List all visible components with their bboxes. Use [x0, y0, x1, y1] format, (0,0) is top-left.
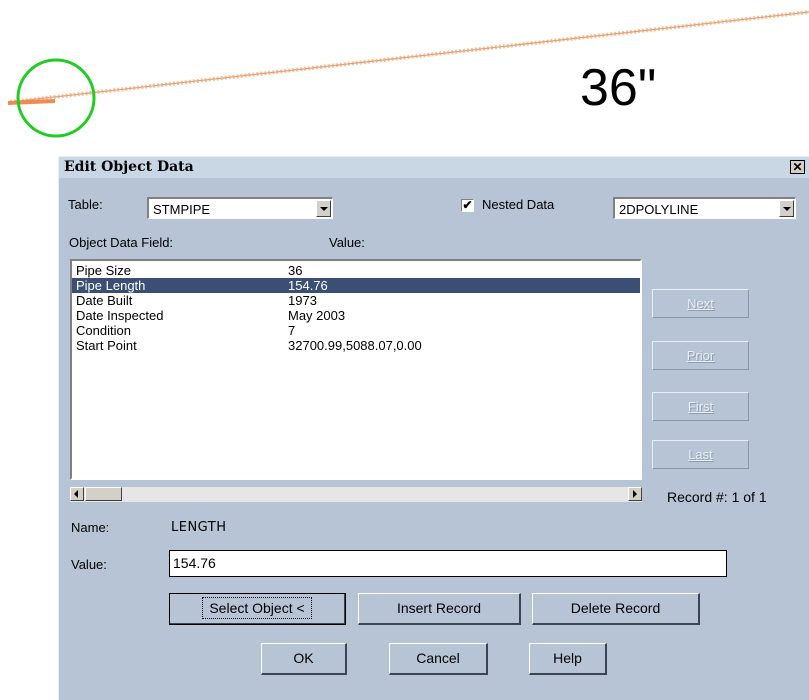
dialog-titlebar[interactable]: Edit Object Data ✕ — [59, 157, 809, 178]
list-item[interactable]: Date Inspected May 2003 — [72, 308, 640, 323]
drawing-canvas[interactable]: 36" — [0, 0, 809, 150]
table-select[interactable]: STMPIPE — [147, 197, 333, 219]
chevron-down-icon[interactable] — [316, 200, 331, 217]
list-item-selected[interactable]: Pipe Length 154.76 — [72, 278, 640, 293]
next-button[interactable]: Next — [652, 289, 749, 318]
cancel-button[interactable]: Cancel — [389, 643, 488, 675]
field-name: Start Point — [76, 338, 137, 353]
field-name: Date Built — [76, 293, 133, 308]
nested-data-label: Nested Data — [482, 197, 555, 212]
scroll-right-icon[interactable] — [628, 487, 642, 501]
select-object-label: Select Object < — [202, 597, 312, 619]
name-value: LENGTH — [171, 520, 227, 535]
field-name: Date Inspected — [76, 308, 164, 323]
last-label: Last — [688, 447, 713, 462]
record-counter: Record #: 1 of 1 — [667, 489, 767, 505]
field-value: 154.76 — [288, 278, 328, 293]
list-item[interactable]: Start Point 32700.99,5088.07,0.00 — [72, 338, 640, 353]
insert-record-button[interactable]: Insert Record — [358, 593, 521, 625]
field-column-header: Object Data Field: — [69, 235, 174, 250]
value-column-header: Value: — [329, 235, 365, 250]
scrollbar-thumb[interactable] — [85, 487, 122, 501]
last-button[interactable]: Last — [652, 440, 749, 469]
pipe-segment-highlight — [7, 99, 56, 105]
prior-label: Prior — [686, 348, 715, 363]
next-label: Next — [687, 296, 714, 311]
list-item[interactable]: Pipe Size 36 — [72, 263, 640, 278]
edit-object-data-dialog: Edit Object Data ✕ Table: STMPIPE ✔ Nest… — [58, 156, 809, 700]
pipe-polyline — [9, 11, 809, 103]
field-value: 32700.99,5088.07,0.00 — [288, 338, 422, 353]
help-button[interactable]: Help — [529, 643, 607, 675]
prior-button[interactable]: Prior — [652, 341, 749, 370]
table-select-value: STMPIPE — [153, 202, 211, 217]
dialog-title: Edit Object Data — [64, 159, 194, 175]
object-type-select[interactable]: 2DPOLYLINE — [613, 197, 796, 219]
field-value: 7 — [288, 323, 296, 338]
field-name: Condition — [76, 323, 131, 338]
ok-button[interactable]: OK — [261, 643, 347, 675]
horizontal-scrollbar[interactable] — [70, 487, 642, 502]
select-object-button[interactable]: Select Object < — [169, 593, 346, 625]
list-item[interactable]: Date Built 1973 — [72, 293, 640, 308]
field-name: Pipe Size — [76, 263, 131, 278]
field-value: 1973 — [288, 293, 317, 308]
name-label: Name: — [71, 520, 110, 535]
object-type-value: 2DPOLYLINE — [619, 202, 699, 217]
value-label: Value: — [71, 557, 107, 572]
chevron-down-icon[interactable] — [779, 200, 794, 217]
field-value: May 2003 — [288, 308, 346, 323]
nested-data-checkbox[interactable]: ✔ — [461, 199, 474, 212]
field-name: Pipe Length — [76, 278, 146, 293]
selection-marker-circle — [16, 58, 96, 138]
list-item[interactable]: Condition 7 — [72, 323, 640, 338]
close-icon[interactable]: ✕ — [790, 160, 805, 174]
table-label: Table: — [68, 197, 103, 212]
first-button[interactable]: First — [652, 392, 749, 421]
object-data-list[interactable]: Pipe Size 36 Pipe Length 154.76 Date Bui… — [70, 259, 642, 480]
value-field[interactable]: 154.76 — [169, 550, 727, 577]
field-value: 36 — [288, 263, 303, 278]
first-label: First — [687, 399, 714, 414]
delete-record-button[interactable]: Delete Record — [532, 593, 700, 625]
scroll-left-icon[interactable] — [70, 487, 84, 501]
pipe-size-label: 36" — [580, 59, 657, 117]
pipe-drawing — [7, 10, 809, 138]
